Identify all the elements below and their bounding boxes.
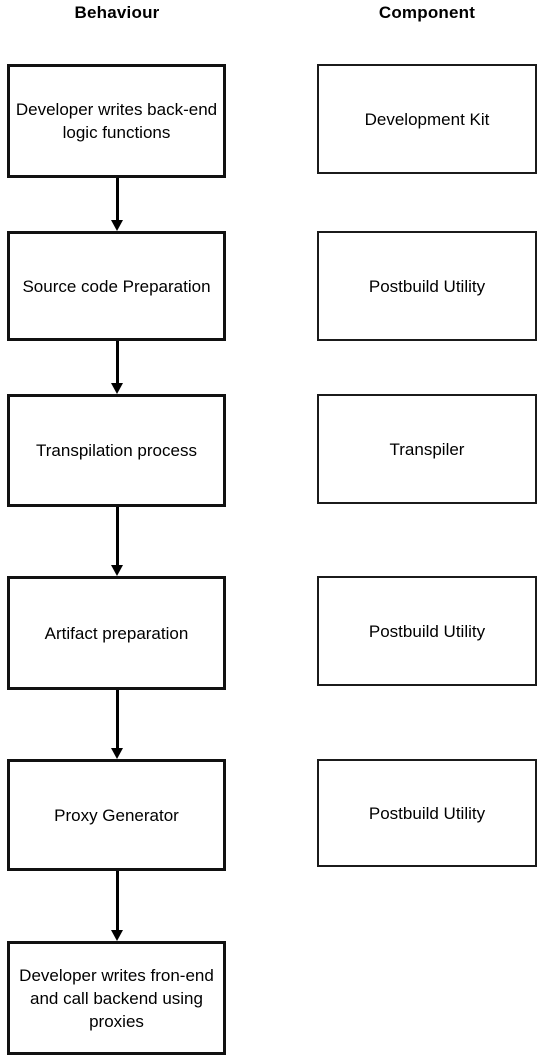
behaviour-node-1-label: Developer writes back-end logic function…	[15, 100, 218, 142]
behaviour-node-3[interactable]: Transpilation process	[7, 394, 226, 507]
component-node-4-label: Postbuild Utility	[368, 621, 486, 641]
component-node-2[interactable]: Postbuild Utility	[317, 231, 537, 341]
behaviour-node-6-label: Developer writes fron-end and call backe…	[19, 965, 214, 1031]
arrow-2-stem	[116, 341, 119, 383]
behaviour-node-4[interactable]: Artifact preparation	[7, 576, 226, 690]
component-node-3[interactable]: Transpiler	[317, 394, 537, 504]
behaviour-node-5[interactable]: Proxy Generator	[7, 759, 226, 871]
component-node-1[interactable]: Development Kit	[317, 64, 537, 174]
behaviour-node-2-label: Source code Preparation	[22, 276, 211, 296]
arrow-1-head	[111, 220, 123, 231]
arrow-5-head	[111, 930, 123, 941]
component-node-1-label: Development Kit	[364, 109, 490, 129]
arrow-4-head	[111, 748, 123, 759]
arrow-3-head	[111, 565, 123, 576]
component-node-5-label: Postbuild Utility	[368, 803, 486, 823]
arrow-2-head	[111, 383, 123, 394]
arrow-1-stem	[116, 178, 119, 220]
behaviour-node-1[interactable]: Developer writes back-end logic function…	[7, 64, 226, 178]
column-header-component: Component	[378, 3, 476, 22]
behaviour-node-2[interactable]: Source code Preparation	[7, 231, 226, 341]
component-node-4[interactable]: Postbuild Utility	[317, 576, 537, 686]
behaviour-node-4-label: Artifact preparation	[44, 623, 189, 643]
component-node-3-label: Transpiler	[389, 439, 465, 459]
behaviour-node-6[interactable]: Developer writes fron-end and call backe…	[7, 941, 226, 1055]
column-header-behaviour: Behaviour	[74, 3, 160, 22]
behaviour-node-5-label: Proxy Generator	[54, 805, 179, 825]
arrow-3-stem	[116, 507, 119, 565]
component-node-2-label: Postbuild Utility	[368, 276, 486, 296]
arrow-4-stem	[116, 690, 119, 748]
arrow-5-stem	[116, 871, 119, 930]
behaviour-node-3-label: Transpilation process	[36, 441, 197, 460]
component-node-5[interactable]: Postbuild Utility	[317, 759, 537, 867]
diagram-canvas: Behaviour Component Developer writes bac…	[0, 0, 550, 1061]
